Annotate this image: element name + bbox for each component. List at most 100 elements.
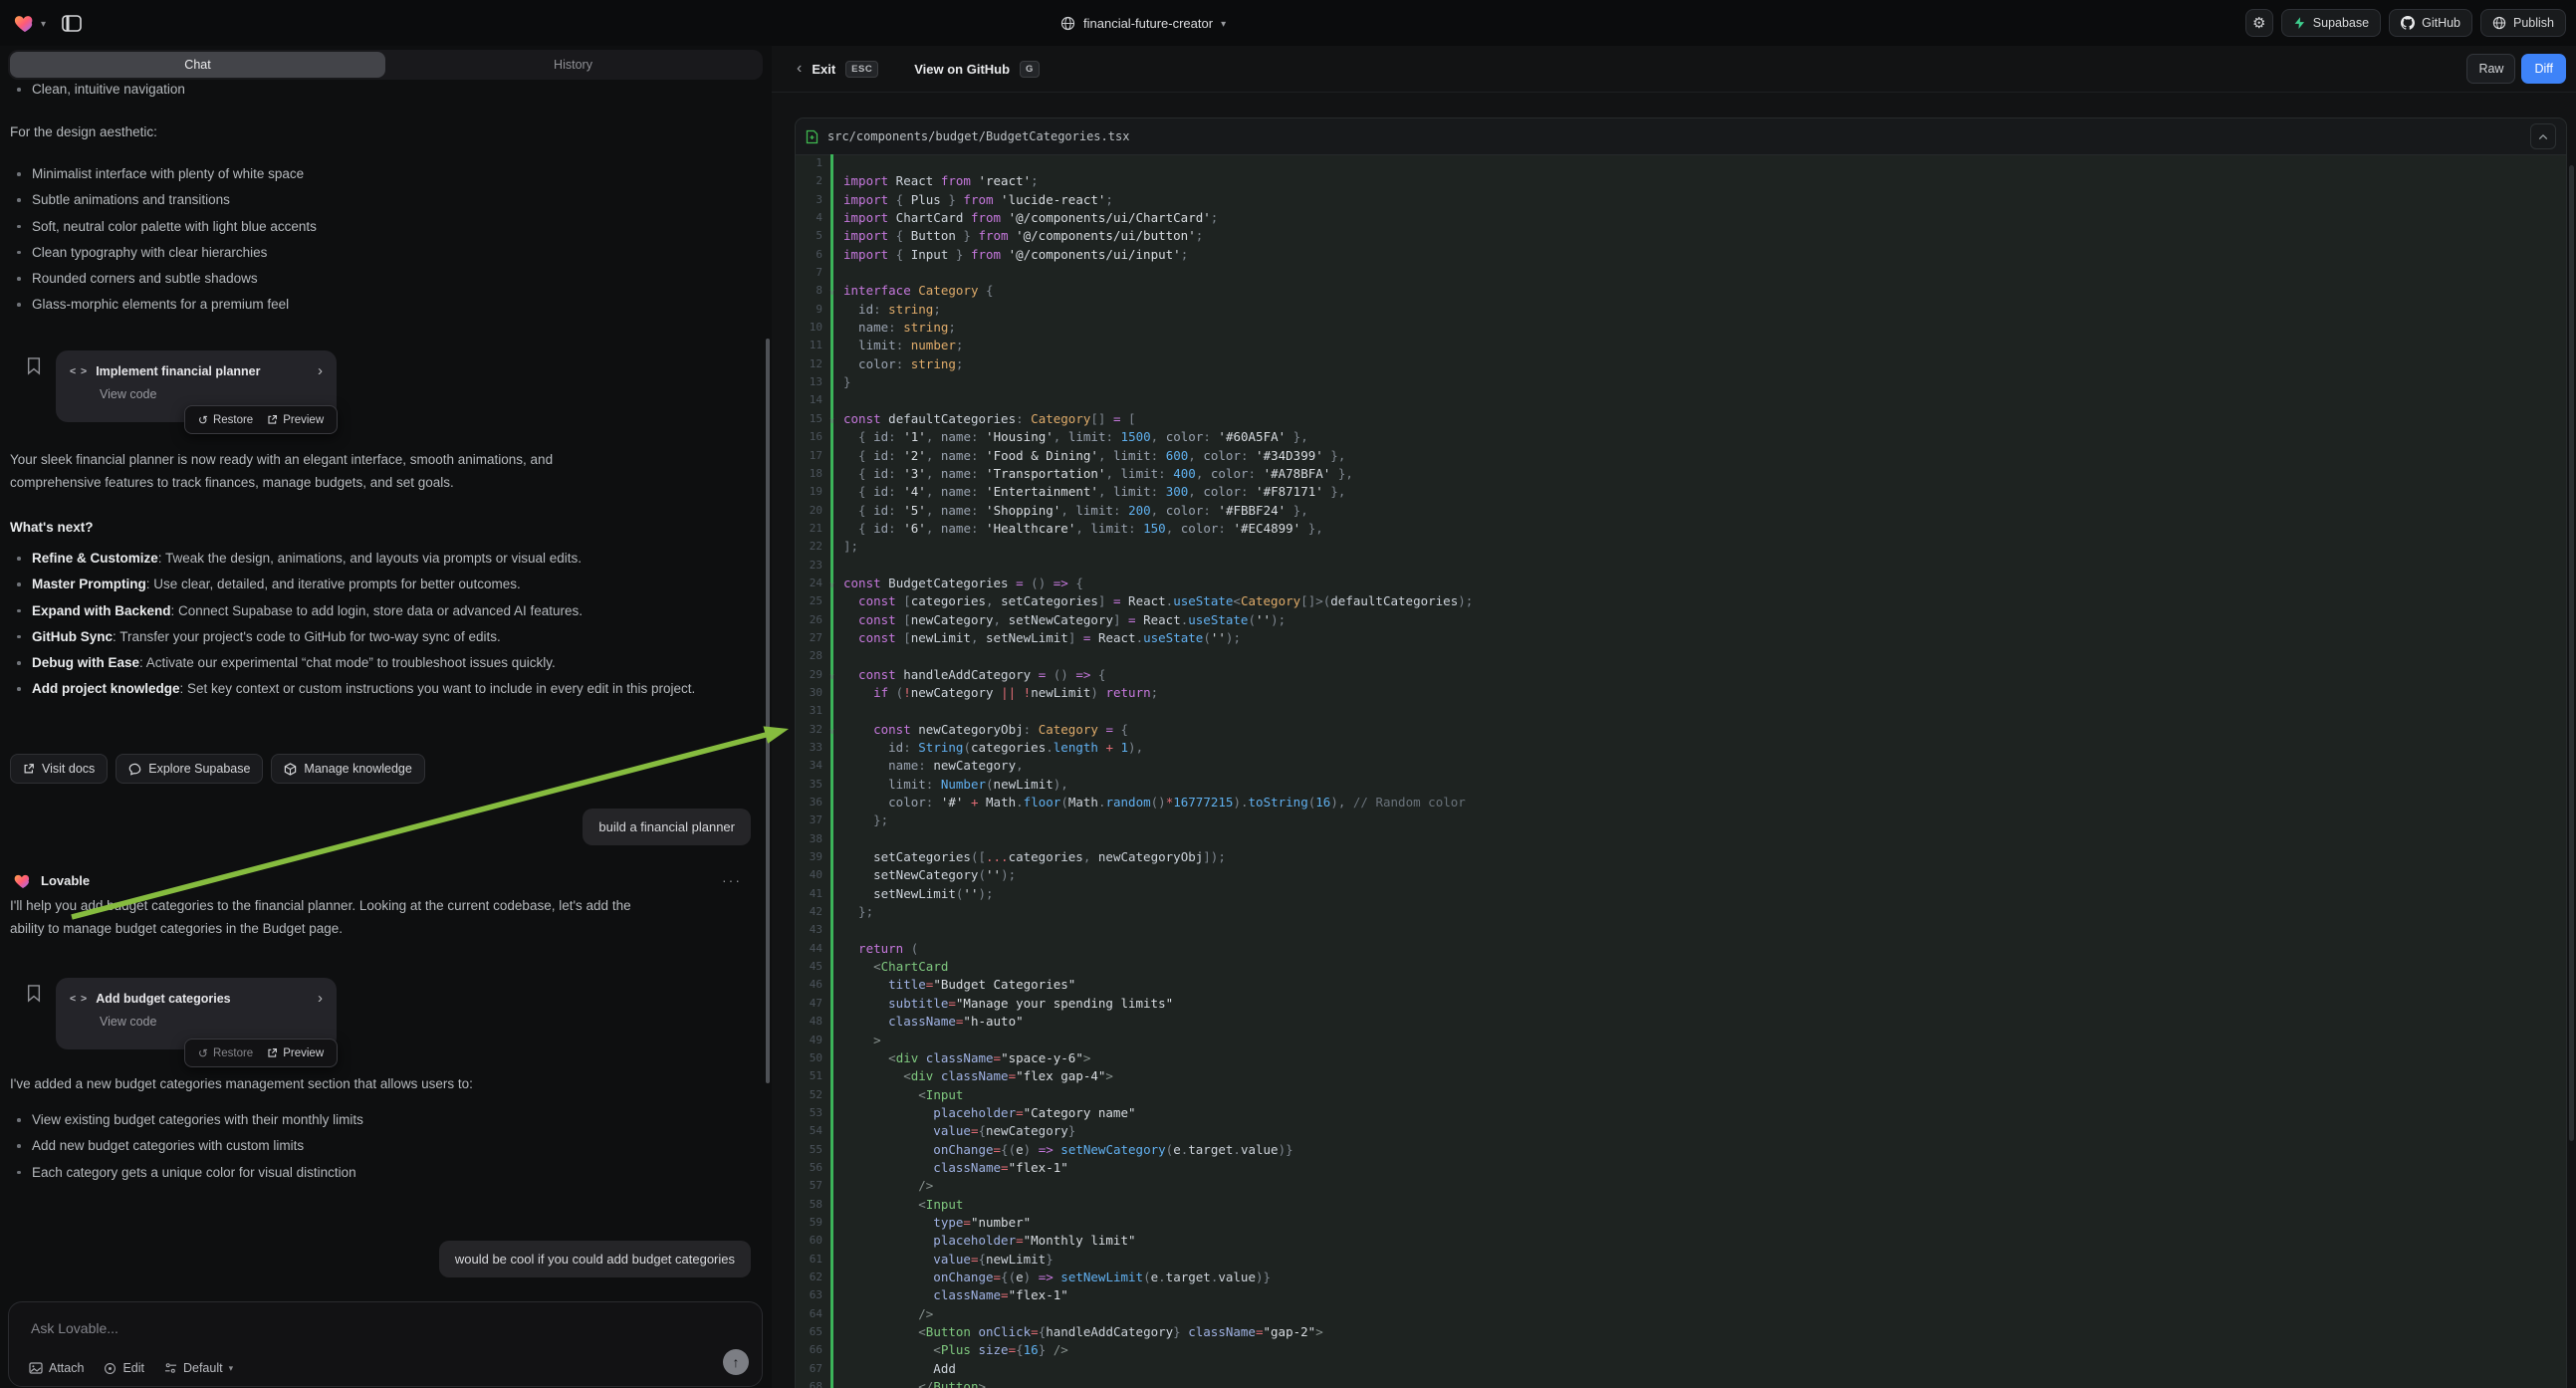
code-editor[interactable]: 12import React from 'react';3import { Pl… (796, 154, 2566, 1388)
code-line: 13} (796, 373, 2566, 391)
view-code-link[interactable]: View code (100, 387, 337, 401)
chevron-right-icon: › (318, 991, 323, 1006)
code-line: 46 title="Budget Categories" (796, 976, 2566, 994)
list-item: Add project knowledge: Set key context o… (10, 678, 697, 701)
lovable-logo-menu[interactable]: ▾ (0, 13, 46, 33)
exit-button[interactable]: Exit (812, 62, 835, 77)
chevron-down-icon: ▾ (1221, 19, 1226, 30)
prompt-input-box[interactable]: Ask Lovable... Attach Edit (8, 1301, 763, 1387)
code-line: 11 limit: number; (796, 337, 2566, 354)
user-message: build a financial planner (583, 809, 751, 845)
code-line: 6import { Input } from '@/components/ui/… (796, 246, 2566, 264)
list-item: GitHub Sync: Transfer your project's cod… (10, 626, 697, 649)
chevron-left-icon[interactable]: ‹ (797, 61, 802, 77)
code-line: 54 value={newCategory} (796, 1122, 2566, 1140)
list-item: View existing budget categories with the… (10, 1109, 727, 1132)
code-line: 21 { id: '6', name: 'Healthcare', limit:… (796, 520, 2566, 538)
manage-knowledge-button[interactable]: Manage knowledge (271, 754, 424, 784)
collapse-file-button[interactable] (2530, 123, 2556, 149)
assistant-header: Lovable (14, 872, 90, 889)
code-icon: < > (70, 365, 88, 377)
project-name: financial-future-creator (1083, 16, 1213, 31)
bookmark-icon[interactable] (26, 984, 42, 1003)
code-scrollbar[interactable] (2569, 165, 2574, 1141)
sidebar-toggle-button[interactable] (60, 13, 84, 34)
explore-supabase-button[interactable]: Explore Supabase (116, 754, 263, 784)
chat-history-tabs: Chat History (8, 50, 763, 80)
github-button[interactable]: GitHub (2389, 9, 2472, 37)
code-line: 18 { id: '3', name: 'Transportation', li… (796, 465, 2566, 483)
code-line: 39 setCategories([...categories, newCate… (796, 848, 2566, 866)
arrow-up-icon: ↑ (733, 1354, 740, 1370)
diff-button[interactable]: Diff (2521, 54, 2566, 84)
restore-button[interactable]: ↺ Restore (198, 1046, 253, 1060)
chevron-down-icon: ▾ (41, 19, 46, 30)
publish-button[interactable]: Publish (2480, 9, 2566, 37)
code-line: 23 (796, 557, 2566, 575)
g-shortcut-badge: G (1020, 61, 1040, 78)
message-menu-button[interactable]: ··· (722, 872, 742, 888)
chevron-right-icon: › (318, 363, 323, 378)
code-line: 52 <Input (796, 1086, 2566, 1104)
code-icon: < > (70, 993, 88, 1005)
restore-preview-toolbar: ↺ Restore Preview (184, 405, 338, 434)
code-line: 22]; (796, 538, 2566, 556)
restore-button[interactable]: ↺ Restore (198, 413, 253, 427)
code-line: 66 <Plus size={16} /> (796, 1341, 2566, 1359)
code-line: 2import React from 'react'; (796, 172, 2566, 190)
mode-selector[interactable]: Default ▾ (164, 1361, 233, 1375)
chat-scrollbar[interactable] (766, 339, 770, 1083)
code-line: 25 const [categories, setCategories] = R… (796, 592, 2566, 610)
code-line: 37 }; (796, 811, 2566, 829)
list-item: Debug with Ease: Activate our experiment… (10, 652, 697, 675)
code-line: 55 onChange={(e) => setNewCategory(e.tar… (796, 1141, 2566, 1159)
code-line: 57 /> (796, 1177, 2566, 1195)
raw-button[interactable]: Raw (2466, 54, 2515, 84)
code-line: 49 > (796, 1032, 2566, 1049)
topbar: ▾ financial-future-creator ▾ ⚙ (0, 0, 2576, 46)
file-header[interactable]: src/components/budget/BudgetCategories.t… (796, 118, 2566, 155)
chat-panel: Chat History Clean, intuitive navigation… (0, 46, 772, 1388)
list-item: Minimalist interface with plenty of whit… (10, 163, 727, 186)
lovable-app: ▾ financial-future-creator ▾ ⚙ (0, 0, 2576, 1388)
view-code-link[interactable]: View code (100, 1015, 337, 1029)
restore-icon: ↺ (198, 413, 208, 427)
supabase-button[interactable]: Supabase (2281, 9, 2381, 37)
edit-button[interactable]: Edit (104, 1361, 144, 1375)
list-item: Add new budget categories with custom li… (10, 1135, 727, 1158)
external-link-icon (267, 1047, 278, 1058)
code-line: 68 </Button> (796, 1378, 2566, 1388)
settings-button[interactable]: ⚙ (2245, 9, 2273, 37)
code-line: 34 name: newCategory, (796, 757, 2566, 775)
code-line: 63 className="flex-1" (796, 1286, 2566, 1304)
tab-history[interactable]: History (385, 52, 761, 78)
list-item: Expand with Backend: Connect Supabase to… (10, 600, 697, 623)
target-icon (104, 1362, 117, 1375)
code-line: 43 (796, 921, 2566, 939)
code-line: 64 /> (796, 1305, 2566, 1323)
send-button[interactable]: ↑ (723, 1349, 749, 1375)
code-line: 48 className="h-auto" (796, 1013, 2566, 1031)
attach-button[interactable]: Attach (29, 1361, 84, 1375)
code-line: 9 id: string; (796, 301, 2566, 319)
visit-docs-button[interactable]: Visit docs (10, 754, 108, 784)
bookmark-icon[interactable] (26, 356, 42, 375)
chevron-up-icon (2538, 133, 2548, 140)
list-item: Refine & Customize: Tweak the design, an… (10, 548, 697, 571)
preview-button[interactable]: Preview (267, 1047, 324, 1059)
view-on-github-button[interactable]: View on GitHub (914, 62, 1010, 77)
code-line: 15∨const defaultCategories: Category[] =… (796, 410, 2566, 428)
code-line: 28 (796, 647, 2566, 665)
list-item: Subtle animations and transitions (10, 189, 727, 212)
code-line: 35 limit: Number(newLimit), (796, 776, 2566, 794)
code-line: 61 value={newLimit} (796, 1251, 2566, 1269)
tab-chat[interactable]: Chat (10, 52, 385, 78)
code-line: 24∨const BudgetCategories = () => { (796, 575, 2566, 592)
code-line: 53 placeholder="Category name" (796, 1104, 2566, 1122)
preview-button[interactable]: Preview (267, 414, 324, 426)
version-card-title: Add budget categories (96, 992, 310, 1006)
project-selector[interactable]: financial-future-creator ▾ (1060, 0, 1226, 46)
file-added-icon (806, 129, 819, 144)
code-line: 4import ChartCard from '@/components/ui/… (796, 209, 2566, 227)
panel-left-icon (62, 15, 82, 32)
